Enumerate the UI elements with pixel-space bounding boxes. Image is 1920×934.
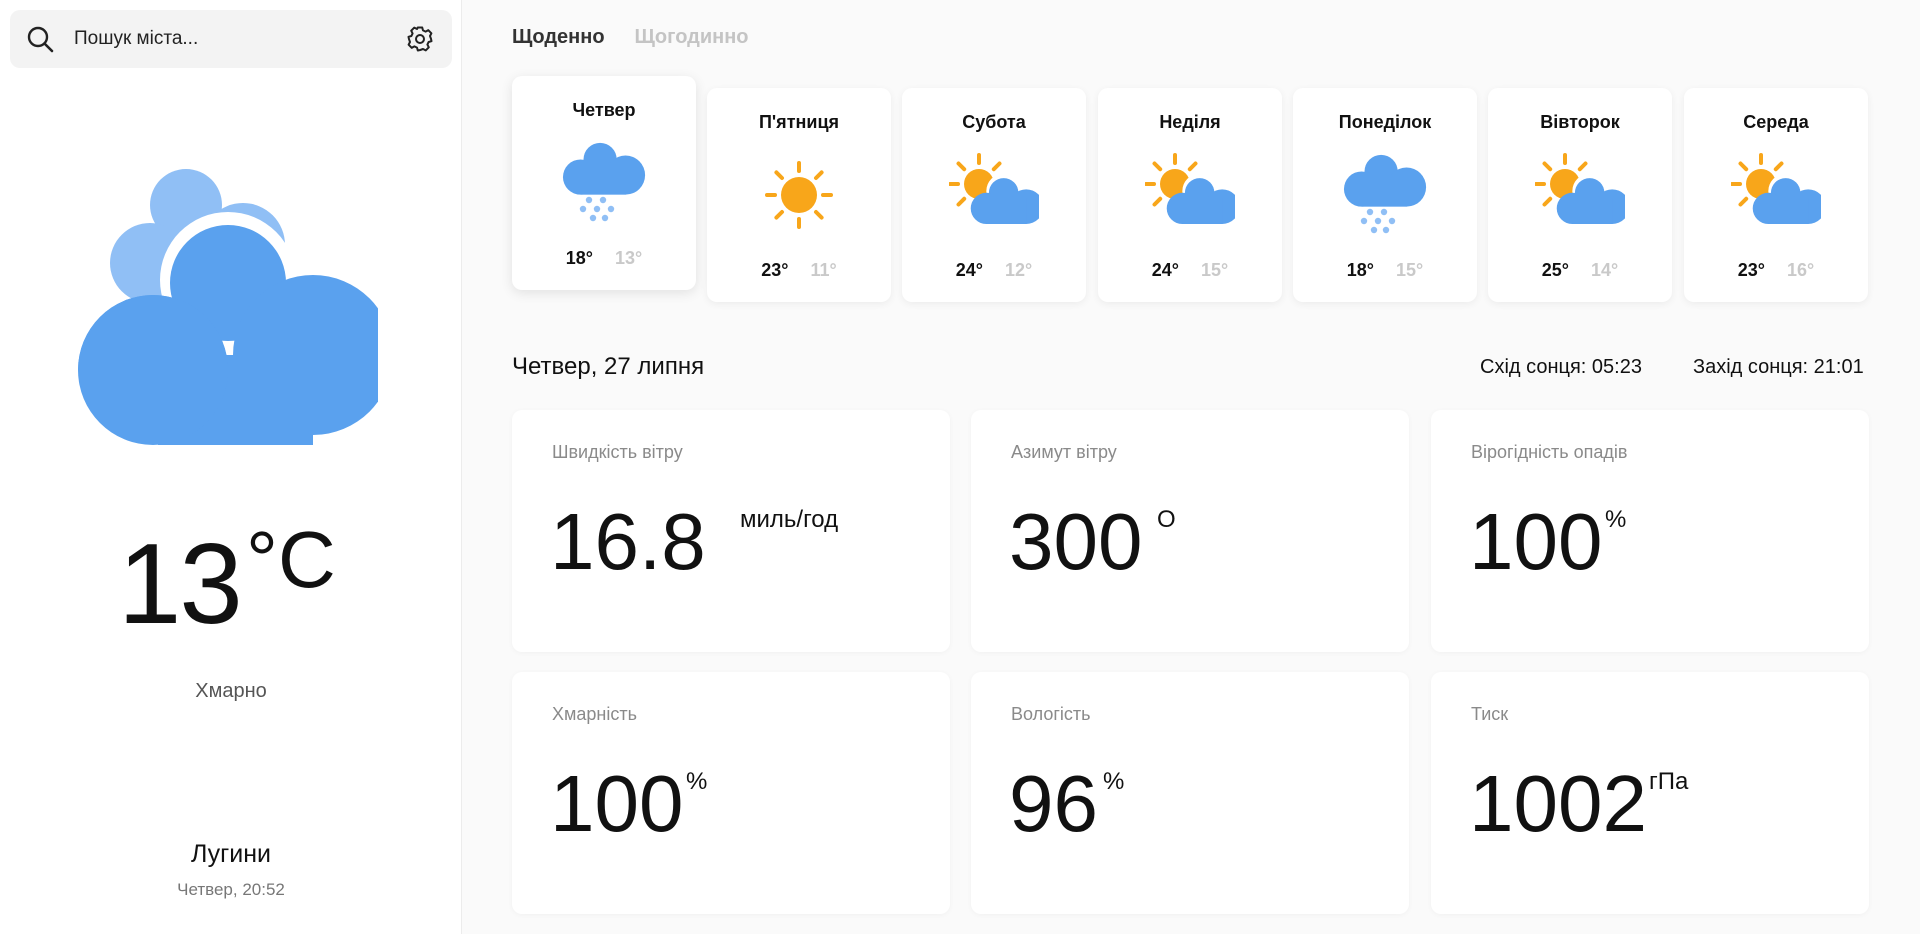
day-low: 16° [1787, 260, 1815, 280]
gear-icon[interactable] [405, 24, 435, 54]
day-card-1[interactable]: Четвер 18° 13° [512, 76, 696, 290]
cloudiness-value: 100 [550, 759, 684, 848]
pressure-card: Тиск 1002 гПа [1431, 672, 1869, 914]
sunset-time: Захід сонця: 21:01 [1693, 356, 1864, 378]
partly-cloudy-icon [1731, 153, 1821, 224]
snow-icon [562, 138, 646, 222]
wind-direction-value: 300 [1009, 497, 1143, 586]
cloudy-icon [78, 169, 378, 445]
day-name: Субота [962, 112, 1026, 132]
humidity-value: 96 [1009, 759, 1098, 848]
day-name: П'ятниця [758, 112, 840, 132]
pressure-label: Тиск [1471, 704, 1509, 724]
wind-speed-card: Швидкість вітру 16.8 миль/год [512, 410, 950, 652]
day-high: 25° [1541, 260, 1569, 280]
temperature-unit: °C [246, 515, 336, 604]
day-high: 24° [1151, 260, 1179, 280]
day-high: 24° [955, 260, 983, 280]
wind-direction-card: Азимут вітру 300 O [971, 410, 1409, 652]
day-name: Четвер [572, 100, 636, 120]
precipitation-chance-label: Вірогідність опадів [1471, 442, 1628, 462]
wind-speed-unit: миль/год [740, 506, 839, 533]
day-low: 15° [1201, 260, 1229, 280]
day-name: Середа [1743, 112, 1809, 132]
pressure-value: 1002 [1469, 759, 1647, 848]
day-high: 18° [1346, 260, 1374, 280]
pressure-unit: гПа [1649, 768, 1689, 795]
snow-icon [1343, 150, 1427, 234]
selected-date: Четвер, 27 липня [512, 353, 705, 380]
humidity-card: Вологість 96 % [971, 672, 1409, 914]
day-temps: 25° 14° [1488, 260, 1672, 281]
day-name: Вівторок [1540, 112, 1620, 132]
day-card-7[interactable]: Середа 23° 16° [1684, 88, 1868, 302]
precipitation-chance-card: Вірогідність опадів 100 % [1431, 410, 1869, 652]
day-high: 23° [1737, 260, 1765, 280]
current-condition: Хмарно [195, 680, 267, 702]
day-low: 11° [810, 260, 837, 280]
day-low: 12° [1005, 260, 1033, 280]
sidebar: 13 °C Хмарно Лугини Четвер, 20:52 [0, 0, 462, 934]
day-card-6[interactable]: Вівторок 25° 14° [1488, 88, 1672, 302]
day-low: 14° [1591, 260, 1619, 280]
search-icon[interactable] [26, 25, 54, 53]
day-low: 15° [1396, 260, 1424, 280]
cloudiness-card: Хмарність 100 % [512, 672, 950, 914]
cloudiness-label: Хмарність [552, 704, 637, 724]
day-temps: 23° 16° [1684, 260, 1868, 281]
day-card-2[interactable]: П'ятниця 23° 11° [707, 88, 891, 302]
day-high: 18° [565, 248, 593, 268]
current-temperature: 13 [118, 521, 243, 648]
day-card-5[interactable]: Понеділок 18° 15° [1293, 88, 1477, 302]
humidity-unit: % [1103, 768, 1125, 795]
day-card-3[interactable]: Субота 24° 12° [902, 88, 1086, 302]
day-temps: 18° 15° [1293, 260, 1477, 281]
day-card-4[interactable]: Неділя 24° 15° [1098, 88, 1282, 302]
day-name: Неділя [1159, 112, 1221, 132]
partly-cloudy-icon [1535, 153, 1625, 224]
search-bar [10, 10, 452, 68]
precipitation-chance-unit: % [1605, 506, 1627, 533]
day-high: 23° [761, 260, 789, 280]
partly-cloudy-icon [949, 153, 1039, 224]
city-name: Лугини [190, 840, 272, 868]
day-temps: 18° 13° [512, 248, 696, 269]
tab-daily[interactable]: Щоденно [512, 26, 605, 49]
wind-direction-unit: O [1157, 506, 1176, 533]
partly-cloudy-icon [1145, 153, 1235, 224]
day-low: 13° [615, 248, 643, 268]
day-temps: 24° 15° [1098, 260, 1282, 281]
forecast-tabs: Щоденно Щогодинно [512, 26, 749, 49]
wind-speed-value: 16.8 [550, 497, 706, 586]
day-name: Понеділок [1338, 112, 1432, 132]
humidity-label: Вологість [1011, 704, 1091, 724]
current-datetime: Четвер, 20:52 [177, 880, 285, 899]
tab-hourly[interactable]: Щогодинно [635, 26, 749, 49]
cloudiness-unit: % [686, 768, 708, 795]
day-temps: 24° 12° [902, 260, 1086, 281]
precipitation-chance-value: 100 [1469, 497, 1603, 586]
wind-speed-label: Швидкість вітру [552, 442, 683, 462]
wind-direction-label: Азимут вітру [1011, 442, 1117, 462]
sun-icon [765, 161, 833, 229]
day-temps: 23° 11° [707, 260, 891, 281]
sunrise-time: Схід сонця: 05:23 [1480, 356, 1642, 378]
search-input[interactable] [74, 10, 394, 68]
